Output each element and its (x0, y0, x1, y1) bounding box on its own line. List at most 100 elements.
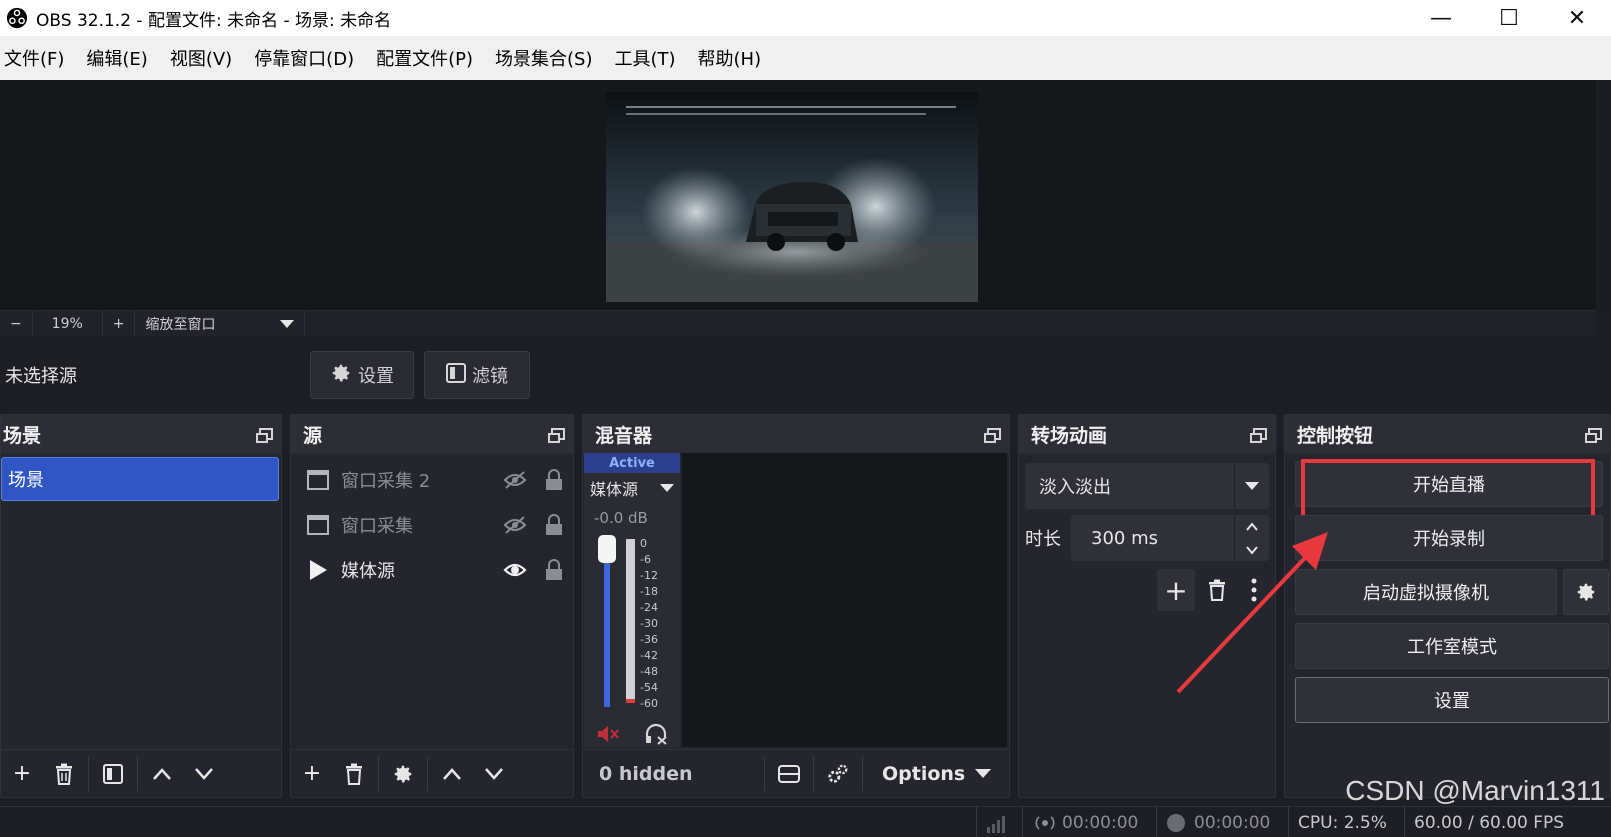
eye-hidden-icon[interactable] (495, 470, 535, 490)
close-button[interactable]: ✕ (1543, 0, 1611, 36)
meter-tick-label: -24 (640, 601, 658, 614)
chevron-down-icon (975, 769, 992, 778)
channel-db: -0.0 dB (594, 509, 648, 527)
obs-logo-icon (6, 7, 28, 29)
meter-tick-label: -12 (640, 569, 658, 582)
hidden-count: 0 hidden (599, 762, 693, 785)
zoom-mode-label: 缩放至窗口 (145, 316, 216, 333)
menu-profile[interactable]: 配置文件(P) (376, 45, 473, 71)
mixer-options-button[interactable]: Options (866, 763, 992, 785)
scene-item[interactable]: 场景 (1, 457, 279, 501)
filter-icon (103, 763, 123, 784)
meter-tick-label: -18 (640, 585, 658, 598)
trash-icon (56, 763, 72, 785)
move-scene-up-button[interactable] (141, 755, 183, 793)
move-source-down-button[interactable] (473, 755, 515, 793)
record-status-icon (1167, 814, 1185, 832)
menu-help[interactable]: 帮助(H) (698, 45, 762, 71)
source-settings-label: 设置 (358, 366, 394, 387)
source-properties-button[interactable] (382, 755, 424, 793)
zoom-out-button[interactable]: − (0, 310, 33, 337)
meter-tick-label: -48 (640, 665, 658, 678)
meter-tick-label: -36 (640, 633, 658, 646)
menu-file[interactable]: 文件(F) (4, 45, 64, 71)
eye-icon[interactable] (495, 560, 535, 580)
popout-icon[interactable] (984, 428, 1001, 443)
lock-icon[interactable] (535, 558, 573, 581)
move-source-up-button[interactable] (431, 755, 473, 793)
title-bar: OBS 32.1.2 - 配置文件: 未命名 - 场景: 未命名 — ☐ ✕ (0, 0, 1611, 36)
mute-icon[interactable] (596, 724, 620, 744)
media-play-icon (307, 559, 329, 581)
channel-name: 媒体源 (590, 480, 639, 499)
settings-button[interactable]: 设置 (1295, 677, 1609, 723)
sources-dock: 源 窗口采集 2 窗口采集 媒体源 + (290, 414, 574, 798)
chevron-down-icon (195, 767, 213, 780)
mixer-channel: Active 媒体源 -0.0 dB 0 -6 -12 -18 -24 -30 -36 -42… (584, 453, 680, 747)
lock-icon[interactable] (535, 468, 573, 491)
add-scene-button[interactable]: + (1, 755, 43, 793)
preview-image (606, 92, 978, 302)
source-filters-button[interactable]: 滤镜 (424, 351, 530, 399)
headphone-icon[interactable] (644, 723, 668, 745)
menu-docks[interactable]: 停靠窗口(D) (254, 45, 354, 71)
volume-slider-handle[interactable] (598, 535, 616, 563)
mixer-dock: 混音器 Active 媒体源 -0.0 dB 0 -6 -12 -18 -24 -30 -3… (582, 414, 1010, 798)
add-source-button[interactable]: + (291, 755, 333, 793)
lock-icon[interactable] (535, 513, 573, 536)
source-item[interactable]: 窗口采集 (291, 502, 573, 547)
mixer-layout-button[interactable] (768, 755, 810, 793)
meter-tick-label: -42 (640, 649, 658, 662)
channel-name-select[interactable]: 媒体源 (584, 473, 680, 503)
chevron-up-icon (443, 767, 461, 780)
mixer-advanced-button[interactable] (817, 755, 859, 793)
popout-icon[interactable] (256, 428, 273, 443)
transitions-title: 转场动画 (1031, 424, 1108, 447)
zoom-in-button[interactable]: + (103, 310, 136, 337)
chevron-down-icon (660, 484, 674, 492)
minimize-button[interactable]: — (1407, 0, 1475, 36)
window-title: OBS 32.1.2 - 配置文件: 未命名 - 场景: 未命名 (36, 10, 392, 31)
scene-filters-button[interactable] (92, 755, 134, 793)
cpu-usage: CPU: 2.5% (1298, 813, 1387, 833)
popout-icon[interactable] (548, 428, 565, 443)
popout-icon[interactable] (1250, 428, 1267, 443)
source-name: 窗口采集 2 (341, 470, 431, 492)
transition-selected: 淡入淡出 (1039, 477, 1111, 498)
studio-mode-button[interactable]: 工作室模式 (1295, 623, 1609, 669)
stream-status-icon (1035, 816, 1055, 830)
zoom-mode-select[interactable]: 缩放至窗口 (135, 310, 306, 337)
preview-scrollbar[interactable] (1596, 80, 1611, 310)
transition-select[interactable]: 淡入淡出 (1025, 463, 1269, 509)
volume-fill (604, 557, 610, 707)
source-toolbar: 未选择源 设置 滤镜 (0, 346, 1611, 404)
zoom-level: 19% (33, 310, 103, 337)
start-record-button[interactable]: 开始录制 (1295, 515, 1603, 561)
source-item[interactable]: 媒体源 (291, 547, 573, 592)
move-scene-down-button[interactable] (183, 755, 225, 793)
window-capture-icon (307, 469, 329, 491)
record-time: 00:00:00 (1194, 813, 1271, 833)
maximize-button[interactable]: ☐ (1475, 0, 1543, 36)
remove-scene-button[interactable] (43, 755, 85, 793)
menu-view[interactable]: 视图(V) (170, 45, 232, 71)
watermark: CSDN @Marvin1311 (1345, 775, 1605, 806)
menu-scene-collection[interactable]: 场景集合(S) (495, 45, 592, 71)
menu-edit[interactable]: 编辑(E) (86, 45, 147, 71)
eye-hidden-icon[interactable] (495, 515, 535, 535)
stream-time: 00:00:00 (1062, 813, 1139, 833)
preview-canvas[interactable] (0, 80, 1596, 310)
virtual-camera-settings-button[interactable] (1563, 569, 1609, 615)
active-badge: Active (584, 453, 680, 473)
no-source-label: 未选择源 (5, 366, 77, 387)
source-settings-button[interactable]: 设置 (310, 351, 414, 399)
source-item[interactable]: 窗口采集 2 (291, 457, 573, 502)
meter-tick-label: -6 (640, 553, 651, 566)
scenes-title: 场景 (3, 424, 42, 447)
controls-title: 控制按钮 (1297, 424, 1374, 447)
chevron-up-icon (153, 767, 171, 780)
menu-tools[interactable]: 工具(T) (614, 45, 675, 71)
remove-source-button[interactable] (333, 755, 375, 793)
popout-icon[interactable] (1585, 428, 1602, 443)
source-name: 媒体源 (341, 560, 395, 582)
